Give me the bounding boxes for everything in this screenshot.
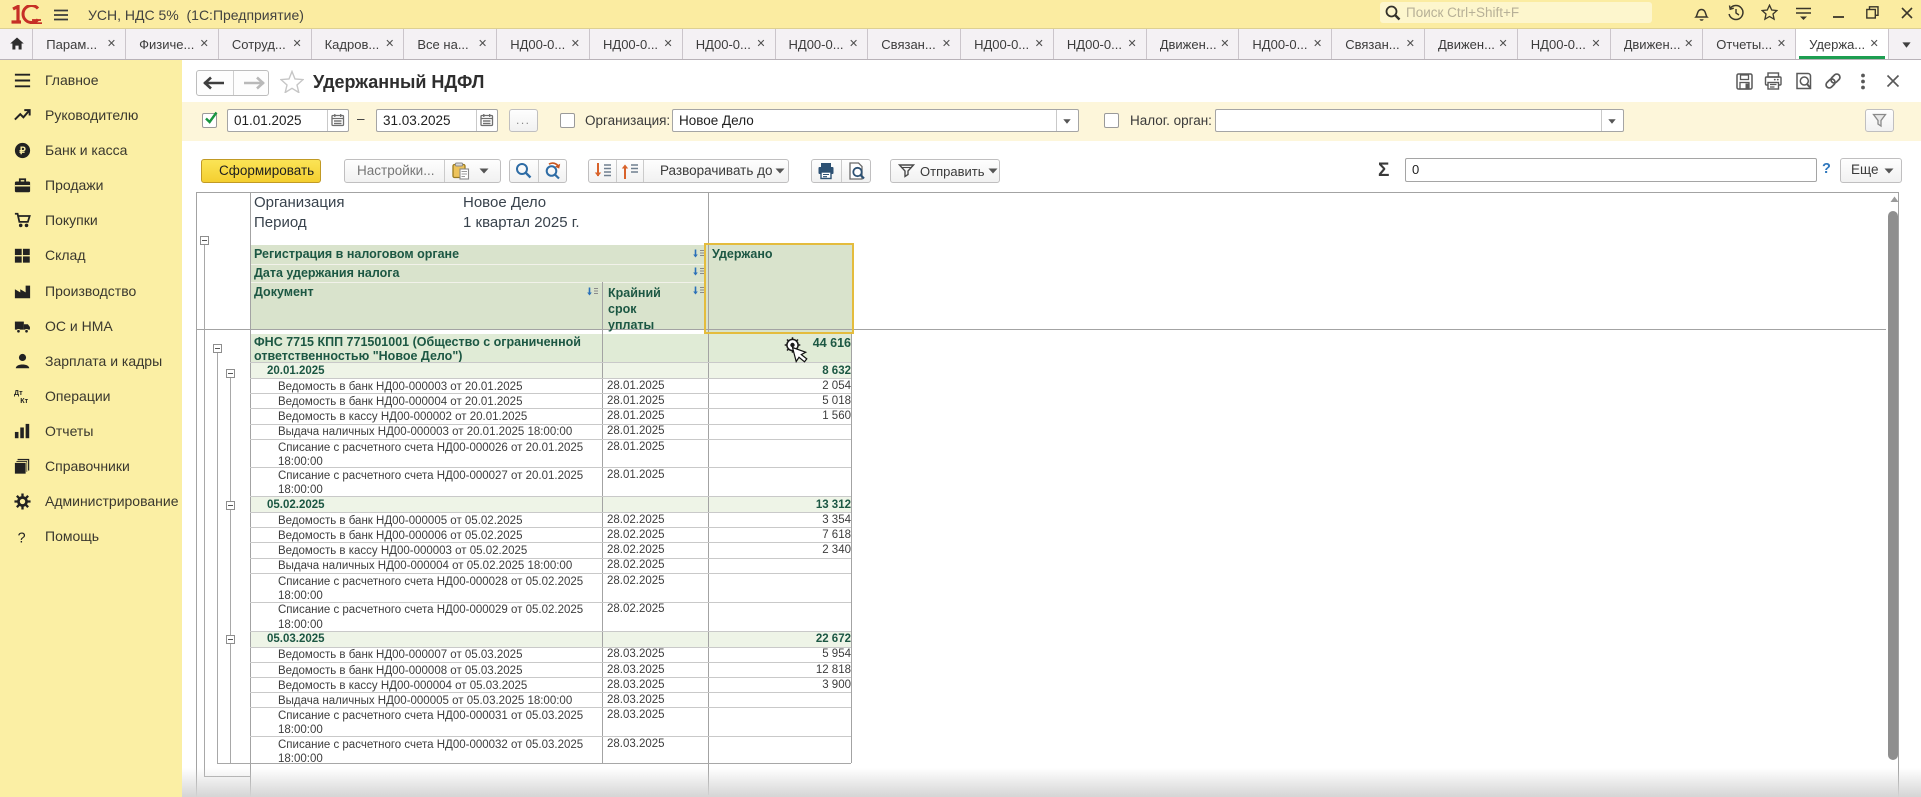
svg-text:Кт: Кт: [20, 397, 28, 405]
svg-text:₽: ₽: [19, 146, 26, 157]
svg-text:?: ?: [18, 530, 26, 545]
svg-text:Дт: Дт: [14, 389, 23, 397]
